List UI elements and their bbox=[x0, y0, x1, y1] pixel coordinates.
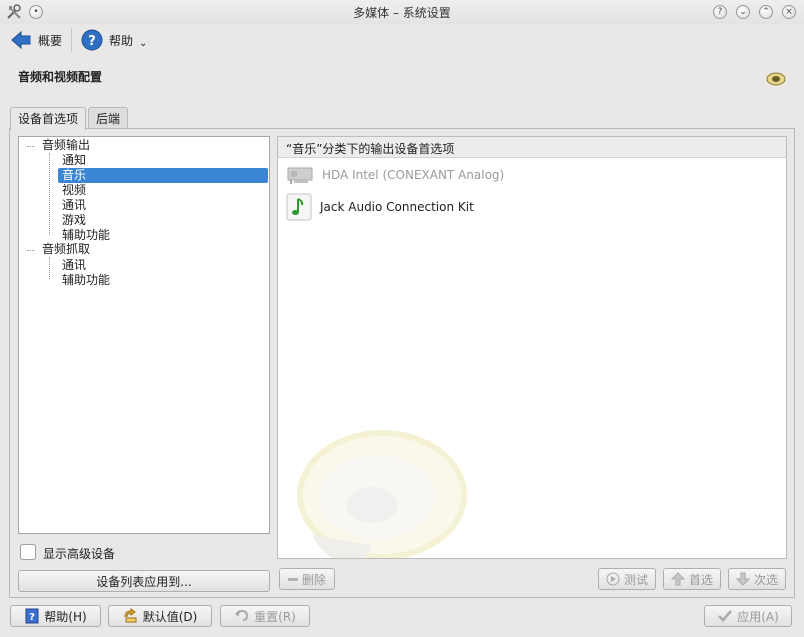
tree-item-music[interactable]: 音乐 bbox=[58, 168, 268, 183]
defaults-label: 默认值(D) bbox=[142, 609, 198, 624]
minus-icon bbox=[287, 577, 298, 581]
minimize-button[interactable]: ⌄ bbox=[736, 5, 750, 19]
toolbar-separator bbox=[71, 28, 72, 52]
help-book-icon: ? bbox=[25, 608, 39, 624]
tree-item-notification[interactable]: 通知 bbox=[62, 153, 86, 168]
test-button[interactable]: 测试 bbox=[598, 568, 656, 590]
device-list-header: “音乐”分类下的输出设备首选项 bbox=[278, 137, 786, 158]
device-item-hda-intel[interactable]: HDA Intel (CONEXANT Analog) bbox=[286, 164, 504, 186]
speaker-watermark-icon bbox=[297, 430, 467, 558]
tree-item-capture-accessibility[interactable]: 辅助功能 bbox=[62, 273, 110, 288]
speaker-icon bbox=[765, 68, 787, 90]
test-label: 测试 bbox=[623, 572, 648, 587]
tree-item-capture-communication[interactable]: 通讯 bbox=[62, 258, 86, 273]
help-menu-button[interactable]: ? 帮助 ⌄ bbox=[81, 27, 147, 53]
help-footer-label: 帮助(H) bbox=[44, 609, 87, 624]
tab-backend[interactable]: 后端 bbox=[88, 107, 129, 129]
tree-item-audio-output[interactable]: 音频输出 bbox=[42, 138, 90, 153]
check-icon bbox=[718, 610, 733, 622]
defer-button[interactable]: 次选 bbox=[728, 568, 786, 590]
play-icon bbox=[606, 572, 620, 586]
remove-label: 删除 bbox=[301, 572, 326, 587]
defaults-button[interactable]: 默认值(D) bbox=[108, 605, 212, 627]
defaults-icon bbox=[124, 608, 137, 623]
tree-connector bbox=[49, 257, 50, 279]
apply-device-list-button[interactable]: 设备列表应用到... bbox=[18, 570, 270, 592]
tree-item-accessibility[interactable]: 辅助功能 bbox=[62, 228, 110, 243]
tab-device-preference[interactable]: 设备首选项 bbox=[10, 107, 87, 130]
help-label: 帮助 bbox=[109, 33, 134, 48]
apply-label: 应用(A) bbox=[737, 609, 779, 624]
undo-icon bbox=[235, 609, 249, 621]
tree-item-games[interactable]: 游戏 bbox=[62, 213, 86, 228]
apply-button[interactable]: 应用(A) bbox=[704, 605, 792, 627]
device-item-jack[interactable]: Jack Audio Connection Kit bbox=[286, 193, 474, 221]
defer-label: 次选 bbox=[753, 572, 778, 587]
page-title: 音频和视频配置 bbox=[18, 70, 103, 84]
window-title: 多媒体 – 系统设置 bbox=[353, 6, 451, 20]
arrow-up-icon bbox=[670, 572, 685, 586]
prefer-label: 首选 bbox=[688, 572, 713, 587]
remove-button[interactable]: 删除 bbox=[279, 568, 335, 590]
tree-item-audio-capture[interactable]: 音频抓取 bbox=[42, 242, 90, 257]
help-icon: ? bbox=[81, 29, 103, 51]
show-advanced-label: 显示高级设备 bbox=[43, 547, 116, 561]
sound-card-icon bbox=[287, 167, 313, 184]
tree-connector bbox=[27, 250, 35, 251]
overview-button[interactable]: 概要 bbox=[10, 27, 62, 53]
help-button[interactable]: ? 帮助(H) bbox=[10, 605, 101, 627]
prefer-button[interactable]: 首选 bbox=[663, 568, 721, 590]
music-note-icon bbox=[286, 193, 312, 221]
device-name: Jack Audio Connection Kit bbox=[320, 200, 474, 214]
back-arrow-icon bbox=[11, 30, 31, 50]
tree-connector bbox=[49, 153, 50, 235]
reset-button[interactable]: 重置(R) bbox=[220, 605, 310, 627]
help-window-button[interactable]: ? bbox=[713, 5, 727, 19]
close-button[interactable]: × bbox=[782, 5, 796, 19]
chevron-down-icon: ⌄ bbox=[139, 37, 148, 49]
show-advanced-checkbox[interactable] bbox=[20, 544, 36, 560]
device-list[interactable]: “音乐”分类下的输出设备首选项 HDA Intel (CONEXANT Anal… bbox=[277, 136, 787, 559]
title-bar: • 多媒体 – 系统设置 ? ⌄ ⌃ × bbox=[0, 0, 804, 24]
svg-text:?: ? bbox=[29, 612, 35, 623]
tree-connector bbox=[27, 146, 35, 147]
svg-text:?: ? bbox=[88, 34, 96, 49]
tree-item-video[interactable]: 视频 bbox=[62, 183, 86, 198]
maximize-button[interactable]: ⌃ bbox=[759, 5, 773, 19]
tree-item-communication[interactable]: 通讯 bbox=[62, 198, 86, 213]
reset-label: 重置(R) bbox=[254, 609, 296, 624]
overview-label: 概要 bbox=[38, 33, 63, 48]
arrow-down-icon bbox=[735, 572, 750, 586]
device-name: HDA Intel (CONEXANT Analog) bbox=[322, 168, 505, 182]
category-tree[interactable]: 音频输出 通知 音乐 视频 通讯 游戏 辅助功能 音频抓取 通讯 辅助功能 bbox=[18, 136, 270, 534]
